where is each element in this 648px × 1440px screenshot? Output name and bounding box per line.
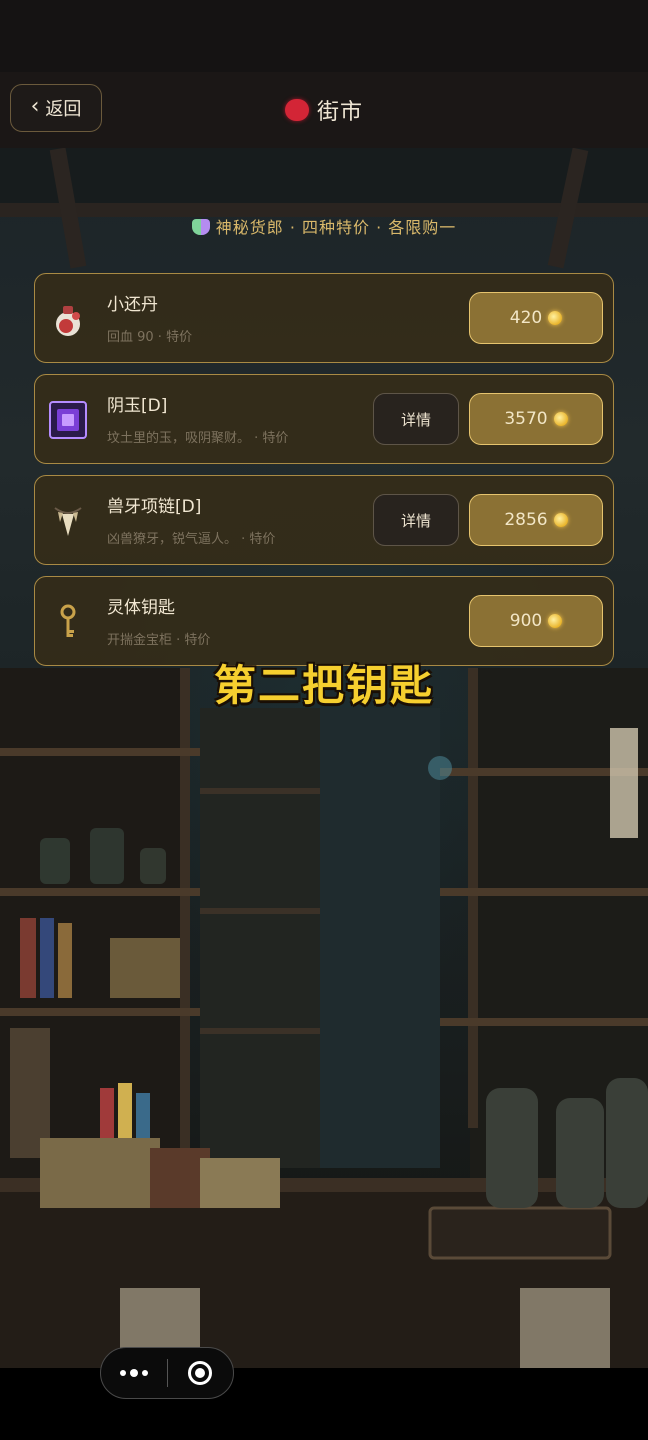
video-caption: 第二把钥匙 (213, 661, 434, 710)
item-description: 凶兽獠牙，锐气逼人。 · 特价 (107, 532, 276, 547)
shop-item-card: 小还丹 回血 90 · 特价 420 (34, 273, 614, 363)
item-description: 坟土里的玉，吸阴聚财。 · 特价 (107, 431, 289, 446)
more-menu-button[interactable] (101, 1348, 167, 1398)
shop-subtitle: 神秘货郎 · 四种特价 · 各限购一 (0, 214, 648, 238)
more-dots-icon (119, 1369, 148, 1377)
price-value: 2856 (504, 510, 548, 530)
buy-price-button[interactable]: 3570 (469, 393, 603, 445)
buy-price-button[interactable]: 420 (469, 292, 603, 344)
shop-subtitle-text: 神秘货郎 · 四种特价 · 各限购一 (215, 218, 457, 237)
details-button[interactable]: 详情 (373, 494, 459, 546)
purple-jade-icon (49, 401, 87, 439)
shop-item-card: 兽牙项链[D] 凶兽獠牙，锐气逼人。 · 特价 详情 2856 (34, 475, 614, 565)
key-icon (60, 604, 76, 637)
coin-icon (553, 513, 568, 527)
target-close-icon (188, 1361, 213, 1385)
back-button-label: 返回 (45, 99, 82, 120)
opera-mask-icon (191, 219, 210, 235)
buy-price-button[interactable]: 900 (469, 595, 603, 647)
mini-program-capsule (100, 1347, 234, 1399)
item-name: 兽牙项链[D] (107, 497, 202, 517)
potion-icon (56, 306, 80, 336)
item-name: 阴玉[D] (107, 396, 168, 416)
coin-icon (548, 614, 563, 628)
nav-bar: 街市 ‹ 返回 (0, 72, 648, 149)
close-mini-program-button[interactable] (168, 1348, 234, 1398)
buy-price-button[interactable]: 2856 (469, 494, 603, 546)
coin-icon (553, 412, 568, 426)
item-description: 开揣金宝柜 · 特价 (107, 633, 211, 648)
item-description: 回血 90 · 特价 (107, 330, 193, 345)
chevron-left-icon: ‹ (30, 94, 40, 119)
item-name: 小还丹 (107, 295, 158, 315)
shop-item-card: 阴玉[D] 坟土里的玉，吸阴聚财。 · 特价 详情 3570 (34, 374, 614, 464)
bottom-bar (0, 1368, 648, 1440)
page-title: 街市 (316, 100, 363, 125)
coin-icon (548, 311, 563, 325)
red-lantern-icon (284, 99, 309, 121)
price-value: 900 (509, 611, 543, 631)
details-button[interactable]: 详情 (373, 393, 459, 445)
item-name: 灵体钥匙 (107, 598, 175, 618)
price-value: 420 (509, 308, 543, 328)
fang-necklace-icon (54, 507, 82, 536)
back-button[interactable]: ‹ 返回 (10, 84, 102, 132)
price-value: 3570 (504, 409, 548, 429)
status-bar (0, 0, 648, 72)
